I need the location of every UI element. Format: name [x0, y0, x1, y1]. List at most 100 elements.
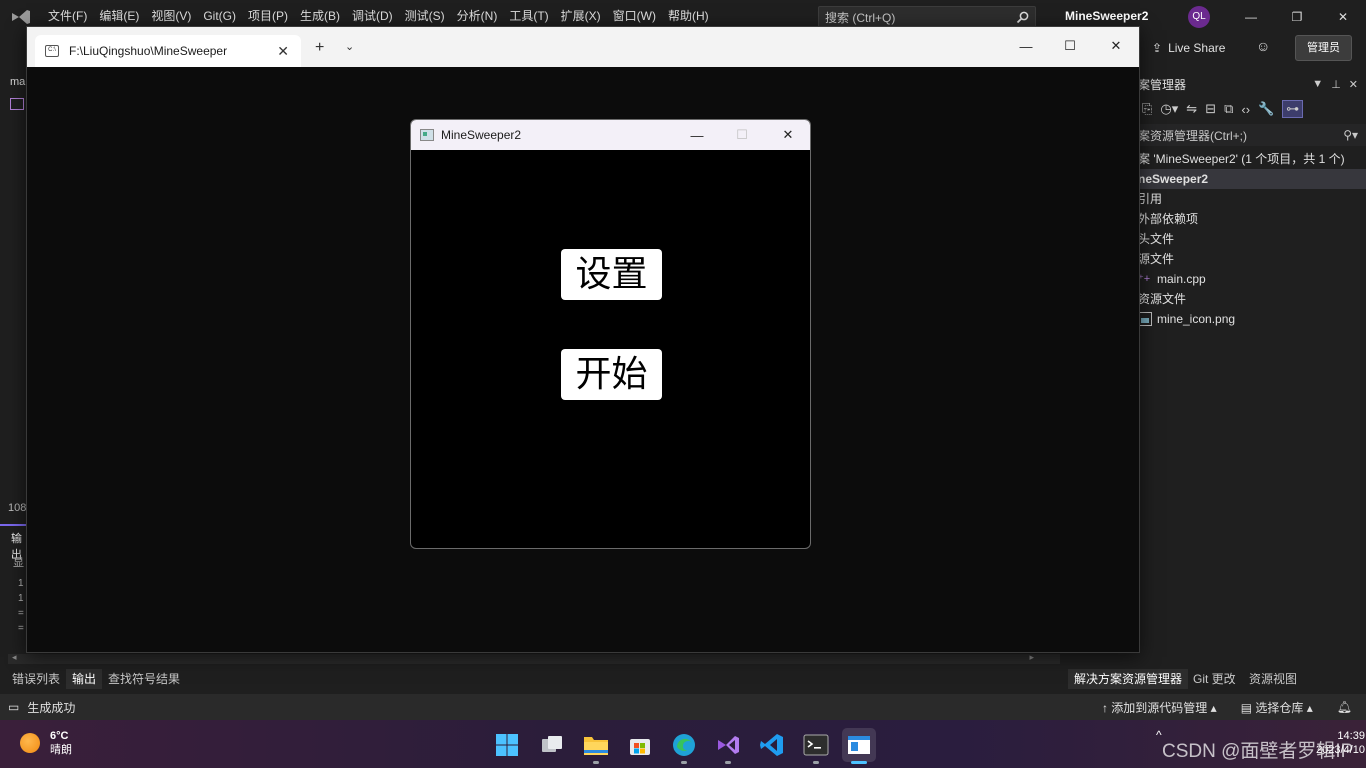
history-icon[interactable]: ◷▾: [1160, 101, 1178, 117]
start-button[interactable]: 开始: [561, 349, 662, 400]
code-view-icon[interactable]: ‹›: [1241, 102, 1250, 117]
terminal-close-button[interactable]: ✕: [1093, 35, 1139, 57]
bottom-tabs-row: 错误列表 输出 查找符号结果 解决方案资源管理器 Git 更改 资源视图: [0, 666, 1366, 690]
search-icon: ⚲▾: [1343, 128, 1358, 142]
vscode-button[interactable]: [755, 728, 789, 762]
tree-item-external-dependencies[interactable]: 外部依赖项: [1138, 209, 1366, 229]
tree-item-project[interactable]: neSweeper2: [1138, 169, 1366, 189]
windows-logo-icon: [496, 734, 518, 756]
solution-explorer-toolbar: ⎘ ◷▾ ⇋ ⊟ ⧉ ‹› 🔧 ⊶: [1138, 96, 1366, 122]
pin-icon[interactable]: ⊥: [1331, 78, 1341, 91]
tree-item-references[interactable]: 引用: [1138, 189, 1366, 209]
tab-error-list[interactable]: 错误列表: [6, 669, 66, 689]
restore-icon: ❐: [1291, 9, 1303, 24]
build-status: 生成成功: [27, 700, 76, 715]
console-icon: C:\: [45, 45, 59, 57]
task-view-button[interactable]: [535, 728, 569, 762]
minimize-icon: —: [1019, 38, 1033, 54]
arrow-up-icon: ↑: [1101, 700, 1108, 715]
start-button[interactable]: [490, 728, 524, 762]
class-view-icon[interactable]: [10, 98, 24, 110]
tree-item-label: 外部依赖项: [1138, 212, 1199, 226]
tree-item-header-files[interactable]: 头文件: [1138, 229, 1366, 249]
select-repository-label: 选择仓库: [1255, 700, 1304, 715]
sun-icon: [20, 733, 40, 753]
output-line: 1: [18, 578, 24, 589]
output-line: 1: [18, 593, 24, 604]
search-icon: [1016, 11, 1029, 23]
tree-item-label: neSweeper2: [1138, 172, 1209, 186]
running-indicator: [681, 761, 687, 764]
close-icon: ✕: [1337, 9, 1349, 24]
scroll-left-icon[interactable]: ◂: [12, 652, 17, 663]
visual-studio-logo-icon[interactable]: [10, 7, 32, 27]
tree-item-main-cpp[interactable]: ⁺+ main.cpp: [1138, 269, 1366, 289]
add-to-source-control-button[interactable]: ↑ 添加到源代码管理 ▴: [1102, 699, 1217, 716]
minesweeper-close-button[interactable]: ✕: [765, 120, 810, 150]
tab-resource-view[interactable]: 资源视图: [1243, 669, 1303, 689]
close-icon[interactable]: ✕: [1349, 78, 1358, 91]
collapse-all-icon[interactable]: ⊟: [1205, 101, 1216, 117]
terminal-tab[interactable]: C:\ F:\LiuQingshuo\MineSweeper ✕: [35, 35, 301, 67]
tab-find-symbol-results[interactable]: 查找符号结果: [102, 669, 186, 689]
line-number-fragment: 108: [8, 502, 27, 514]
output-line: =: [18, 608, 24, 619]
minesweeper-titlebar: MineSweeper2 — ☐ ✕: [411, 120, 810, 150]
tree-item-source-files[interactable]: 源文件: [1138, 249, 1366, 269]
sync-icon[interactable]: ⇋: [1186, 101, 1197, 117]
scroll-right-icon[interactable]: ▸: [1029, 652, 1034, 663]
terminal-button[interactable]: [799, 728, 833, 764]
weather-widget[interactable]: 6°C 晴朗: [20, 729, 72, 757]
properties-wrench-icon[interactable]: 🔧: [1258, 101, 1274, 117]
minimize-icon: —: [1245, 9, 1257, 24]
tab-solution-explorer[interactable]: 解决方案资源管理器: [1068, 669, 1189, 689]
chevron-down-icon[interactable]: ⌄: [345, 40, 354, 53]
feedback-icon[interactable]: ☺: [1256, 38, 1274, 56]
solution-explorer-search-placeholder: 案资源管理器(Ctrl+;): [1138, 128, 1247, 143]
live-share-label: Live Share: [1168, 41, 1226, 55]
vs-search-box[interactable]: 搜索 (Ctrl+Q): [818, 6, 1036, 28]
terminal-maximize-button[interactable]: ☐: [1047, 35, 1093, 57]
edge-browser-button[interactable]: [667, 728, 701, 764]
output-window-icon[interactable]: ▭: [8, 700, 19, 714]
running-indicator: [813, 761, 819, 764]
minesweeper-window: MineSweeper2 — ☐ ✕ 设置 开始: [410, 119, 811, 549]
tab-output[interactable]: 输出: [66, 669, 103, 689]
solution-explorer-search[interactable]: 案资源管理器(Ctrl+;) ⚲▾: [1138, 124, 1366, 146]
settings-button[interactable]: 设置: [561, 249, 662, 300]
file-explorer-button[interactable]: [579, 728, 613, 764]
avatar[interactable]: QL: [1188, 6, 1210, 28]
editor-tab-fragment[interactable]: ma: [10, 76, 25, 88]
chevron-up-icon: ▴: [1210, 700, 1217, 715]
terminal-minimize-button[interactable]: —: [1003, 35, 1049, 57]
folder-icon: [584, 737, 608, 755]
vs-minimize-button[interactable]: —: [1228, 0, 1274, 33]
chevron-down-icon[interactable]: ▼: [1312, 78, 1323, 91]
terminal-tab-bar: C:\ F:\LiuQingshuo\MineSweeper ✕ + ⌄ — ☐…: [27, 27, 1139, 67]
visual-studio-icon: [718, 736, 739, 754]
preview-selected-icon[interactable]: ⊶: [1282, 100, 1304, 118]
close-tab-icon[interactable]: ✕: [277, 43, 289, 60]
visual-studio-button[interactable]: [711, 728, 745, 764]
admin-button[interactable]: 管理员: [1295, 35, 1352, 61]
weather-description: 晴朗: [50, 744, 72, 756]
live-share-button[interactable]: ⇪ Live Share: [1152, 38, 1225, 58]
vs-search-placeholder: 搜索 (Ctrl+Q): [825, 10, 896, 25]
tree-item-resource-files[interactable]: 资源文件: [1138, 289, 1366, 309]
switch-views-icon[interactable]: ⎘: [1142, 101, 1152, 117]
tree-item-solution[interactable]: 案 'MineSweeper2' (1 个项目，共 1 个): [1138, 149, 1366, 169]
new-tab-plus-icon[interactable]: +: [315, 39, 324, 57]
minesweeper-app-button[interactable]: [842, 728, 876, 764]
tree-item-mine-icon-png[interactable]: mine_icon.png: [1138, 309, 1366, 329]
vs-close-button[interactable]: ✕: [1320, 0, 1366, 33]
minesweeper-minimize-button[interactable]: —: [674, 120, 720, 150]
show-all-files-icon[interactable]: ⧉: [1224, 101, 1233, 117]
notifications-bell-icon[interactable]: 🔔︎: [1337, 700, 1352, 714]
select-repository-button[interactable]: ▤ 选择仓库 ▴: [1241, 699, 1313, 716]
microsoft-store-button[interactable]: [623, 728, 657, 762]
chevron-up-icon[interactable]: ^: [1156, 728, 1162, 742]
tab-git-changes[interactable]: Git 更改: [1187, 669, 1242, 689]
close-icon: ✕: [1110, 38, 1122, 53]
horizontal-scrollbar[interactable]: ◂ ▸: [8, 652, 1060, 664]
vs-restore-button[interactable]: ❐: [1274, 0, 1320, 33]
